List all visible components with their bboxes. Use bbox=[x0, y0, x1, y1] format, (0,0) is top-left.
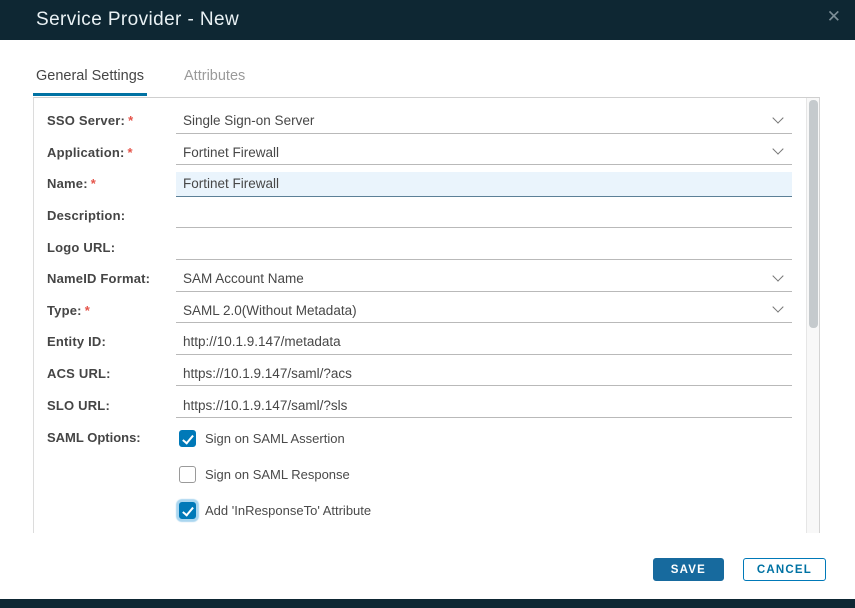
description-row: Description: bbox=[47, 200, 806, 232]
add-inresponseto-option: Add 'InResponseTo' Attribute bbox=[179, 493, 792, 529]
chevron-down-icon bbox=[772, 270, 783, 281]
sign-saml-response-checkbox[interactable] bbox=[179, 466, 196, 483]
saml-options-label: SAML Options: bbox=[47, 421, 176, 529]
tab-bar: General Settings Attributes bbox=[33, 62, 282, 96]
chevron-down-icon bbox=[772, 112, 783, 123]
sso-server-select[interactable]: Single Sign-on Server bbox=[176, 109, 792, 134]
dialog-title: Service Provider - New bbox=[36, 9, 239, 31]
entity-id-label: Entity ID: bbox=[47, 334, 106, 349]
type-select[interactable]: SAML 2.0(Without Metadata) bbox=[176, 299, 792, 324]
required-asterisk: * bbox=[128, 113, 133, 128]
cancel-button[interactable]: CANCEL bbox=[743, 558, 826, 581]
type-label: Type: bbox=[47, 303, 82, 318]
sso-server-row: SSO Server:* Single Sign-on Server bbox=[47, 105, 806, 137]
nameid-format-select[interactable]: SAM Account Name bbox=[176, 267, 792, 292]
slo-url-row: SLO URL: https://10.1.9.147/saml/?sls bbox=[47, 389, 806, 421]
nameid-format-label: NameID Format: bbox=[47, 271, 150, 286]
acs-url-input[interactable]: https://10.1.9.147/saml/?acs bbox=[176, 362, 792, 387]
general-settings-panel: SSO Server:* Single Sign-on Server Appli… bbox=[33, 97, 820, 533]
vertical-scrollbar[interactable] bbox=[806, 98, 819, 533]
entity-id-row: Entity ID: http://10.1.9.147/metadata bbox=[47, 326, 806, 358]
sso-server-label: SSO Server: bbox=[47, 113, 125, 128]
acs-url-row: ACS URL: https://10.1.9.147/saml/?acs bbox=[47, 358, 806, 390]
required-asterisk: * bbox=[128, 145, 133, 160]
logo-url-row: Logo URL: bbox=[47, 231, 806, 263]
description-input[interactable] bbox=[176, 204, 792, 229]
checkbox-label: Sign on SAML Response bbox=[205, 467, 350, 482]
close-icon[interactable]: ✕ bbox=[827, 8, 841, 25]
sign-saml-assertion-option: Sign on SAML Assertion bbox=[179, 421, 792, 457]
logo-url-label: Logo URL: bbox=[47, 240, 115, 255]
dialog-footer: SAVE CANCEL bbox=[653, 558, 826, 581]
required-asterisk: * bbox=[85, 303, 90, 318]
application-select[interactable]: Fortinet Firewall bbox=[176, 141, 792, 166]
slo-url-input[interactable]: https://10.1.9.147/saml/?sls bbox=[176, 393, 792, 418]
acs-url-label: ACS URL: bbox=[47, 366, 111, 381]
description-label: Description: bbox=[47, 208, 125, 223]
entity-id-input[interactable]: http://10.1.9.147/metadata bbox=[176, 330, 792, 355]
sign-saml-response-option: Sign on SAML Response bbox=[179, 457, 792, 493]
checkbox-label: Add 'InResponseTo' Attribute bbox=[205, 503, 371, 518]
chevron-down-icon bbox=[772, 302, 783, 313]
tab-general-settings[interactable]: General Settings bbox=[33, 62, 147, 96]
type-row: Type:* SAML 2.0(Without Metadata) bbox=[47, 295, 806, 327]
checkbox-label: Sign on SAML Assertion bbox=[205, 431, 345, 446]
saml-options-row: SAML Options: Sign on SAML Assertion Sig… bbox=[47, 421, 806, 529]
dialog-header: Service Provider - New ✕ bbox=[0, 0, 855, 40]
chevron-down-icon bbox=[772, 144, 783, 155]
save-button[interactable]: SAVE bbox=[653, 558, 724, 581]
slo-url-label: SLO URL: bbox=[47, 398, 110, 413]
application-row: Application:* Fortinet Firewall bbox=[47, 137, 806, 169]
logo-url-input[interactable] bbox=[176, 235, 792, 260]
bottom-edge-bar bbox=[0, 599, 855, 608]
scrollbar-thumb[interactable] bbox=[809, 100, 818, 328]
name-label: Name: bbox=[47, 176, 88, 191]
application-label: Application: bbox=[47, 145, 125, 160]
name-row: Name:* Fortinet Firewall bbox=[47, 168, 806, 200]
name-input[interactable]: Fortinet Firewall bbox=[176, 172, 792, 197]
add-inresponseto-checkbox[interactable] bbox=[179, 502, 196, 519]
required-asterisk: * bbox=[91, 176, 96, 191]
nameid-format-row: NameID Format: SAM Account Name bbox=[47, 263, 806, 295]
tab-attributes[interactable]: Attributes bbox=[181, 62, 248, 96]
sign-saml-assertion-checkbox[interactable] bbox=[179, 430, 196, 447]
service-provider-dialog: Service Provider - New ✕ General Setting… bbox=[0, 0, 855, 608]
